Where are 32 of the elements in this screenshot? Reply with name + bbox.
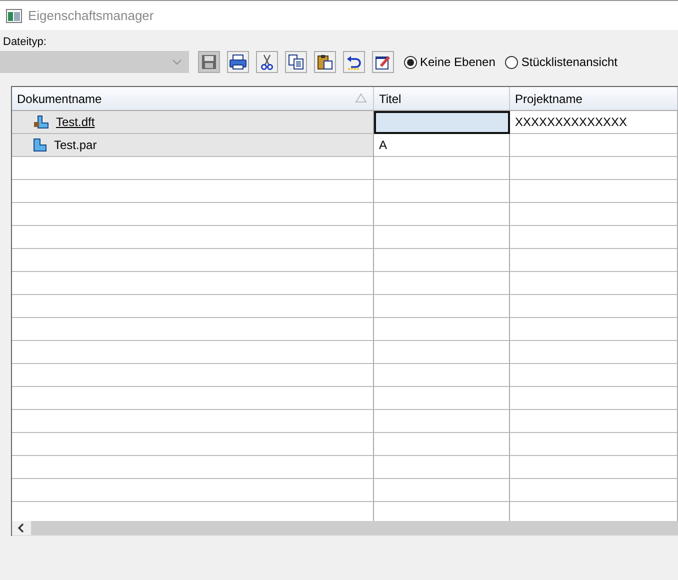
table-cell: XXXXXXXXXXXXXX — [510, 111, 678, 134]
horizontal-scrollbar[interactable] — [12, 521, 678, 536]
window-title: Eigenschaftsmanager — [28, 8, 154, 23]
column-header[interactable]: Projektname — [515, 92, 582, 106]
clipboard-icon — [317, 54, 333, 70]
sort-triangle-icon — [355, 93, 367, 103]
document-name[interactable]: Test.par — [54, 138, 97, 152]
column-header[interactable]: Dokumentname — [17, 92, 102, 106]
printer-icon — [229, 54, 247, 70]
document-name[interactable]: Test.dft — [56, 115, 95, 129]
save-button[interactable] — [198, 51, 220, 73]
undo-icon — [346, 54, 362, 70]
copy-icon — [288, 54, 304, 70]
file-type-label: Dateityp: — [3, 36, 48, 50]
edit-button[interactable] — [372, 51, 394, 73]
scissors-icon — [261, 54, 273, 70]
copy-button[interactable] — [285, 51, 307, 73]
scroll-left-icon[interactable] — [17, 523, 25, 533]
table-cell[interactable] — [374, 111, 510, 134]
view-option-radio[interactable]: Keine Ebenen — [404, 55, 496, 69]
app-icon — [6, 8, 22, 22]
part-file-icon — [32, 137, 48, 153]
print-button[interactable] — [227, 51, 249, 73]
column-header[interactable]: Titel — [379, 92, 402, 106]
table-cell: A — [374, 134, 510, 157]
cut-button[interactable] — [256, 51, 278, 73]
drawing-file-icon — [32, 114, 50, 130]
view-option-radio[interactable]: Stücklistenansicht — [505, 55, 618, 69]
undo-button[interactable] — [343, 51, 365, 73]
chevron-down-icon — [172, 59, 182, 65]
edit-form-icon — [375, 54, 391, 70]
paste-button[interactable] — [314, 51, 336, 73]
